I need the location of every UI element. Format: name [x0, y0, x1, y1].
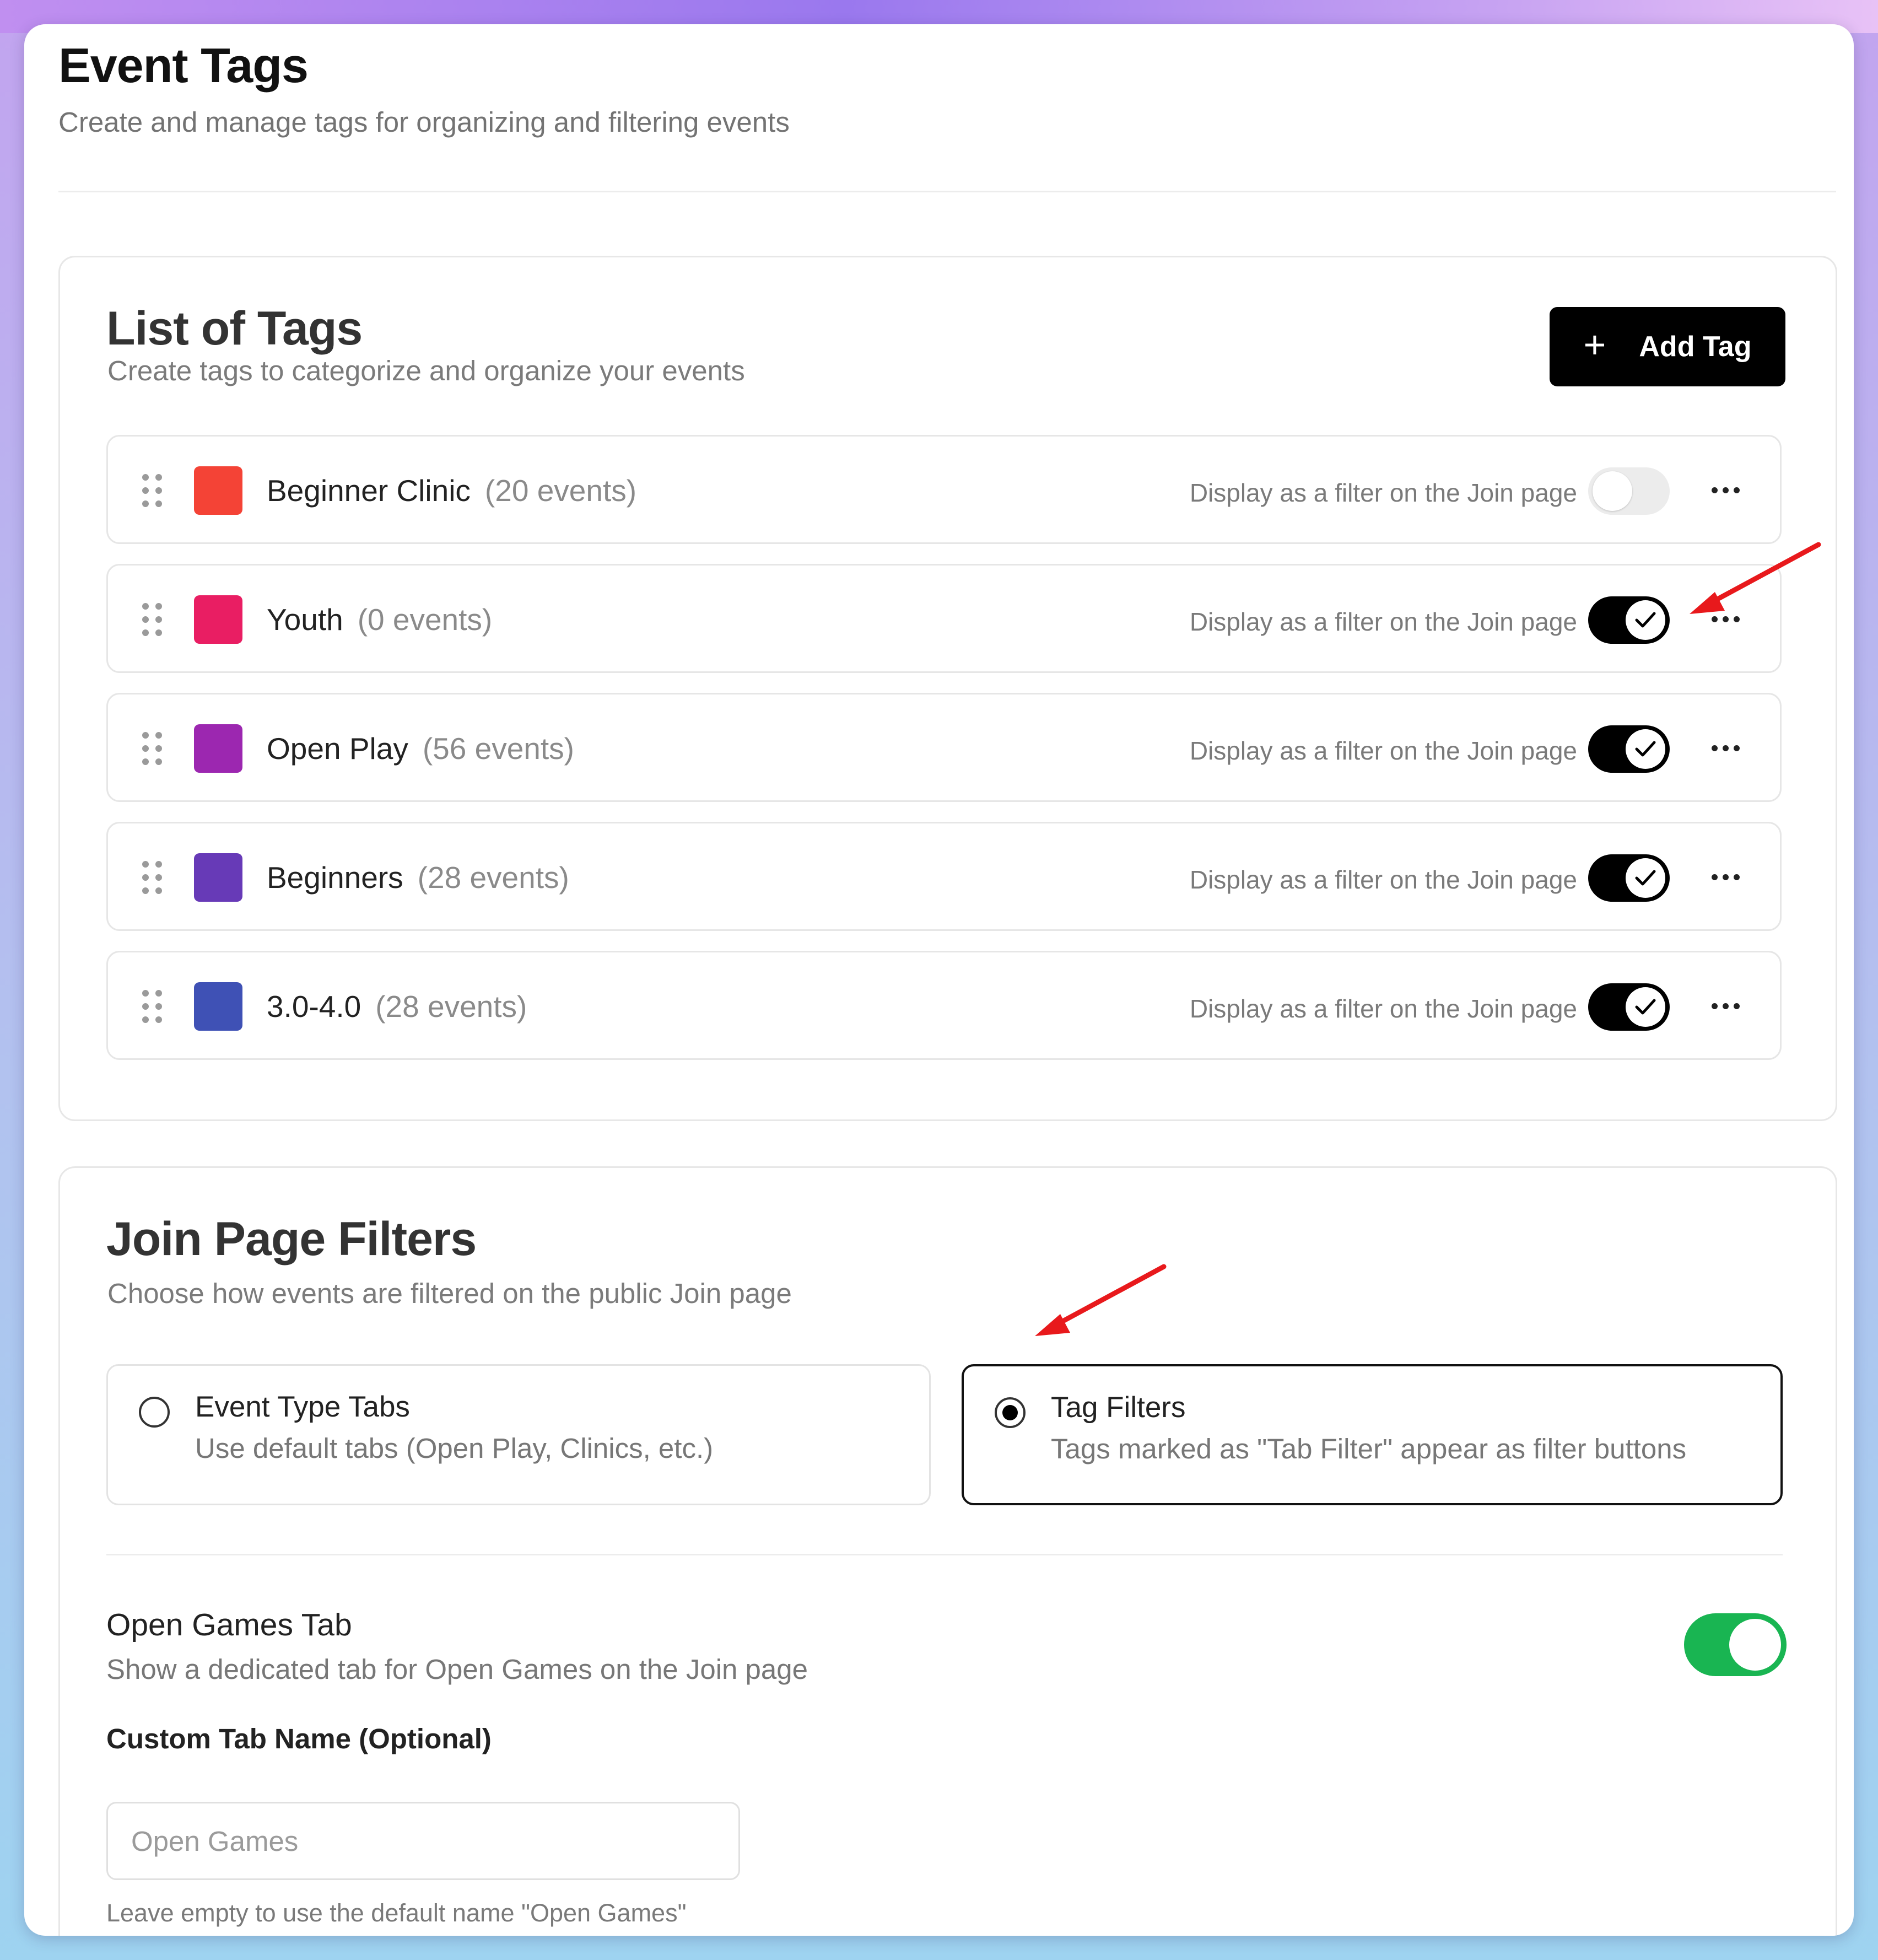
more-options-icon[interactable]: [1709, 992, 1742, 1020]
tag-event-count: (28 events): [375, 989, 527, 1024]
tag-label: Beginners (28 events): [267, 860, 569, 895]
divider: [106, 1554, 1783, 1555]
option-event-type-tabs[interactable]: Event Type Tabs Use default tabs (Open P…: [106, 1364, 931, 1505]
option-description: Use default tabs (Open Play, Clinics, et…: [195, 1433, 714, 1464]
tags-card-title: List of Tags: [106, 302, 363, 355]
radio-event-type-tabs[interactable]: [139, 1397, 170, 1428]
tag-color-swatch: [194, 982, 242, 1031]
tag-event-count: (20 events): [484, 473, 637, 508]
tag-row[interactable]: Open Play (56 events) Display as a filter …: [106, 693, 1782, 802]
filter-toggle[interactable]: [1588, 596, 1670, 644]
option-title: Event Type Tabs: [195, 1391, 410, 1423]
tag-row[interactable]: 3.0-4.0 (28 events) Display as a filter on…: [106, 951, 1782, 1060]
tag-name: Beginner Clinic: [267, 473, 471, 508]
tag-row[interactable]: Youth (0 events) Display as a filter on th…: [106, 564, 1782, 673]
check-icon: [1635, 870, 1656, 886]
toggle-knob: [1593, 471, 1632, 511]
more-options-icon[interactable]: [1709, 734, 1742, 762]
filter-label: Display as a filter on the Join page: [1189, 607, 1577, 636]
tags-card-subtitle: Create tags to categorize and organize y…: [107, 355, 745, 386]
check-icon: [1635, 612, 1656, 628]
filter-label: Display as a filter on the Join page: [1189, 994, 1577, 1023]
tag-event-count: (28 events): [417, 860, 569, 895]
plus-icon: +: [1583, 323, 1606, 366]
tag-label: Open Play (56 events): [267, 731, 574, 766]
settings-window: Event Tags Create and manage tags for or…: [24, 24, 1854, 1936]
toggle-knob: [1729, 1619, 1781, 1671]
filter-toggle[interactable]: [1588, 725, 1670, 773]
filter-toggle[interactable]: [1588, 983, 1670, 1031]
custom-tab-name-input[interactable]: [106, 1802, 740, 1880]
open-games-toggle[interactable]: [1684, 1613, 1787, 1676]
divider: [58, 191, 1836, 192]
filter-label: Display as a filter on the Join page: [1189, 736, 1577, 765]
tag-name: Youth: [267, 602, 343, 637]
open-games-subtitle: Show a dedicated tab for Open Games on t…: [106, 1654, 808, 1685]
option-title: Tag Filters: [1051, 1391, 1186, 1424]
option-description: Tags marked as "Tab Filter" appear as fi…: [1051, 1433, 1687, 1464]
drag-handle-icon[interactable]: [142, 990, 163, 1023]
custom-tab-label: Custom Tab Name (Optional): [106, 1723, 492, 1754]
filter-toggle[interactable]: [1588, 467, 1670, 515]
tags-card: List of Tags Create tags to categorize a…: [58, 256, 1837, 1121]
tag-color-swatch: [194, 853, 242, 902]
tag-color-swatch: [194, 466, 242, 515]
toggle-knob: [1626, 858, 1665, 898]
option-tag-filters[interactable]: Tag Filters Tags marked as "Tab Filter" …: [962, 1364, 1783, 1505]
page-subtitle: Create and manage tags for organizing an…: [58, 106, 790, 138]
check-icon: [1635, 999, 1656, 1015]
tag-event-count: (56 events): [422, 731, 574, 766]
tag-label: 3.0-4.0 (28 events): [267, 989, 527, 1024]
toggle-knob: [1626, 987, 1665, 1027]
toggle-knob: [1626, 600, 1665, 640]
add-tag-button[interactable]: + Add Tag: [1550, 307, 1785, 386]
tag-name: 3.0-4.0: [267, 989, 361, 1024]
tag-name: Beginners: [267, 860, 403, 895]
toggle-knob: [1626, 729, 1665, 769]
more-options-icon[interactable]: [1709, 863, 1742, 891]
drag-handle-icon[interactable]: [142, 603, 163, 636]
check-icon: [1635, 741, 1656, 757]
tag-color-swatch: [194, 724, 242, 773]
add-tag-label: Add Tag: [1639, 331, 1752, 363]
page-title: Event Tags: [58, 38, 309, 93]
tag-event-count: (0 events): [357, 602, 493, 637]
tag-color-swatch: [194, 595, 242, 644]
join-filters-card: Join Page Filters Choose how events are …: [58, 1166, 1837, 1936]
more-options-icon[interactable]: [1709, 605, 1742, 633]
drag-handle-icon[interactable]: [142, 474, 163, 507]
open-games-title: Open Games Tab: [106, 1607, 352, 1643]
radio-tag-filters[interactable]: [995, 1397, 1026, 1428]
more-options-icon[interactable]: [1709, 476, 1742, 504]
drag-handle-icon[interactable]: [142, 732, 163, 765]
drag-handle-icon[interactable]: [142, 861, 163, 894]
filter-toggle[interactable]: [1588, 854, 1670, 902]
filter-label: Display as a filter on the Join page: [1189, 865, 1577, 894]
tag-label: Beginner Clinic (20 events): [267, 473, 636, 508]
custom-tab-help: Leave empty to use the default name "Ope…: [106, 1899, 687, 1927]
join-card-title: Join Page Filters: [106, 1213, 477, 1266]
tag-row[interactable]: Beginner Clinic (20 events) Display as a f…: [106, 435, 1782, 544]
join-card-subtitle: Choose how events are filtered on the pu…: [107, 1278, 792, 1309]
tag-name: Open Play: [267, 731, 408, 766]
tag-label: Youth (0 events): [267, 602, 492, 637]
tag-row[interactable]: Beginners (28 events) Display as a filter …: [106, 822, 1782, 931]
filter-label: Display as a filter on the Join page: [1189, 478, 1577, 507]
